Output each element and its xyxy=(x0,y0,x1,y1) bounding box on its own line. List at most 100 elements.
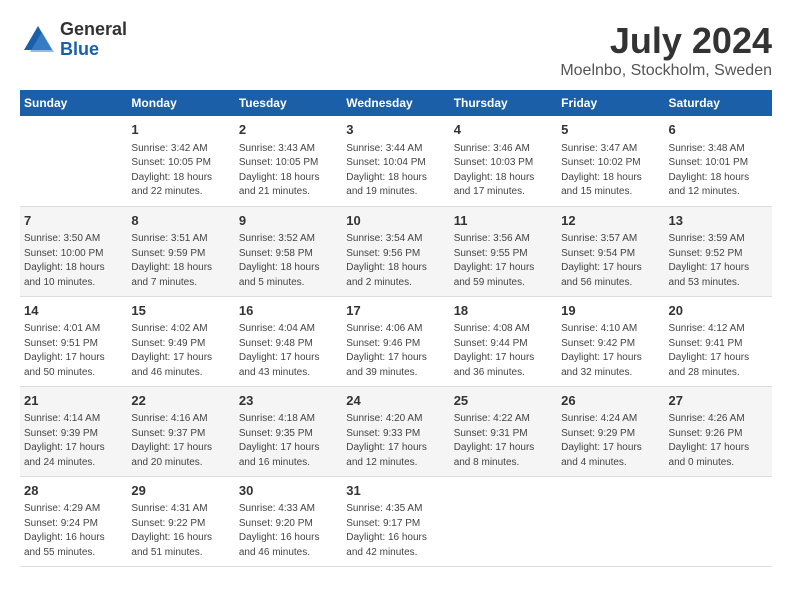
day-number: 5 xyxy=(561,120,660,140)
day-info: Sunrise: 3:54 AM Sunset: 9:56 PM Dayligh… xyxy=(346,232,445,290)
calendar-cell xyxy=(557,476,664,566)
day-number: 9 xyxy=(239,211,338,231)
day-info: Sunrise: 4:18 AM Sunset: 9:35 PM Dayligh… xyxy=(239,412,338,470)
day-number: 30 xyxy=(239,481,338,501)
week-row-3: 14Sunrise: 4:01 AM Sunset: 9:51 PM Dayli… xyxy=(20,296,772,386)
weekday-header-saturday: Saturday xyxy=(665,90,772,116)
day-number: 3 xyxy=(346,120,445,140)
day-number: 28 xyxy=(24,481,123,501)
calendar-cell: 22Sunrise: 4:16 AM Sunset: 9:37 PM Dayli… xyxy=(127,386,234,476)
day-number: 2 xyxy=(239,120,338,140)
page-header: General Blue July 2024 Moelnbo, Stockhol… xyxy=(20,20,772,80)
day-number: 15 xyxy=(131,301,230,321)
day-info: Sunrise: 3:48 AM Sunset: 10:01 PM Daylig… xyxy=(669,142,768,200)
weekday-header-wednesday: Wednesday xyxy=(342,90,449,116)
calendar-cell: 15Sunrise: 4:02 AM Sunset: 9:49 PM Dayli… xyxy=(127,296,234,386)
calendar-cell: 19Sunrise: 4:10 AM Sunset: 9:42 PM Dayli… xyxy=(557,296,664,386)
day-info: Sunrise: 4:14 AM Sunset: 9:39 PM Dayligh… xyxy=(24,412,123,470)
day-info: Sunrise: 4:12 AM Sunset: 9:41 PM Dayligh… xyxy=(669,322,768,380)
calendar-cell: 13Sunrise: 3:59 AM Sunset: 9:52 PM Dayli… xyxy=(665,206,772,296)
calendar-cell: 17Sunrise: 4:06 AM Sunset: 9:46 PM Dayli… xyxy=(342,296,449,386)
calendar-cell: 12Sunrise: 3:57 AM Sunset: 9:54 PM Dayli… xyxy=(557,206,664,296)
day-info: Sunrise: 4:08 AM Sunset: 9:44 PM Dayligh… xyxy=(454,322,553,380)
day-number: 19 xyxy=(561,301,660,321)
day-info: Sunrise: 4:10 AM Sunset: 9:42 PM Dayligh… xyxy=(561,322,660,380)
calendar-cell: 10Sunrise: 3:54 AM Sunset: 9:56 PM Dayli… xyxy=(342,206,449,296)
day-info: Sunrise: 4:31 AM Sunset: 9:22 PM Dayligh… xyxy=(131,502,230,560)
day-number: 27 xyxy=(669,391,768,411)
day-info: Sunrise: 3:56 AM Sunset: 9:55 PM Dayligh… xyxy=(454,232,553,290)
day-number: 26 xyxy=(561,391,660,411)
week-row-4: 21Sunrise: 4:14 AM Sunset: 9:39 PM Dayli… xyxy=(20,386,772,476)
calendar-cell: 26Sunrise: 4:24 AM Sunset: 9:29 PM Dayli… xyxy=(557,386,664,476)
calendar-cell: 24Sunrise: 4:20 AM Sunset: 9:33 PM Dayli… xyxy=(342,386,449,476)
day-info: Sunrise: 4:33 AM Sunset: 9:20 PM Dayligh… xyxy=(239,502,338,560)
day-info: Sunrise: 4:04 AM Sunset: 9:48 PM Dayligh… xyxy=(239,322,338,380)
day-number: 17 xyxy=(346,301,445,321)
month-title: July 2024 xyxy=(560,20,772,62)
day-number: 31 xyxy=(346,481,445,501)
day-info: Sunrise: 4:02 AM Sunset: 9:49 PM Dayligh… xyxy=(131,322,230,380)
day-number: 7 xyxy=(24,211,123,231)
calendar-cell: 2Sunrise: 3:43 AM Sunset: 10:05 PM Dayli… xyxy=(235,116,342,206)
calendar-cell: 25Sunrise: 4:22 AM Sunset: 9:31 PM Dayli… xyxy=(450,386,557,476)
day-info: Sunrise: 3:52 AM Sunset: 9:58 PM Dayligh… xyxy=(239,232,338,290)
calendar-cell: 16Sunrise: 4:04 AM Sunset: 9:48 PM Dayli… xyxy=(235,296,342,386)
day-info: Sunrise: 3:57 AM Sunset: 9:54 PM Dayligh… xyxy=(561,232,660,290)
logo-general: General xyxy=(60,19,127,39)
calendar-cell: 8Sunrise: 3:51 AM Sunset: 9:59 PM Daylig… xyxy=(127,206,234,296)
day-info: Sunrise: 3:59 AM Sunset: 9:52 PM Dayligh… xyxy=(669,232,768,290)
calendar-cell: 3Sunrise: 3:44 AM Sunset: 10:04 PM Dayli… xyxy=(342,116,449,206)
calendar-cell: 28Sunrise: 4:29 AM Sunset: 9:24 PM Dayli… xyxy=(20,476,127,566)
location: Moelnbo, Stockholm, Sweden xyxy=(560,62,772,80)
title-block: July 2024 Moelnbo, Stockholm, Sweden xyxy=(560,20,772,80)
logo-icon xyxy=(20,22,56,58)
calendar-cell: 1Sunrise: 3:42 AM Sunset: 10:05 PM Dayli… xyxy=(127,116,234,206)
day-number: 21 xyxy=(24,391,123,411)
day-info: Sunrise: 4:35 AM Sunset: 9:17 PM Dayligh… xyxy=(346,502,445,560)
day-number: 13 xyxy=(669,211,768,231)
calendar-cell: 14Sunrise: 4:01 AM Sunset: 9:51 PM Dayli… xyxy=(20,296,127,386)
day-number: 1 xyxy=(131,120,230,140)
day-number: 8 xyxy=(131,211,230,231)
calendar-cell: 31Sunrise: 4:35 AM Sunset: 9:17 PM Dayli… xyxy=(342,476,449,566)
day-info: Sunrise: 4:26 AM Sunset: 9:26 PM Dayligh… xyxy=(669,412,768,470)
calendar-cell: 20Sunrise: 4:12 AM Sunset: 9:41 PM Dayli… xyxy=(665,296,772,386)
day-info: Sunrise: 4:01 AM Sunset: 9:51 PM Dayligh… xyxy=(24,322,123,380)
day-info: Sunrise: 3:44 AM Sunset: 10:04 PM Daylig… xyxy=(346,142,445,200)
day-number: 12 xyxy=(561,211,660,231)
calendar-cell xyxy=(450,476,557,566)
weekday-header-row: SundayMondayTuesdayWednesdayThursdayFrid… xyxy=(20,90,772,116)
day-info: Sunrise: 3:50 AM Sunset: 10:00 PM Daylig… xyxy=(24,232,123,290)
weekday-header-sunday: Sunday xyxy=(20,90,127,116)
calendar-cell: 7Sunrise: 3:50 AM Sunset: 10:00 PM Dayli… xyxy=(20,206,127,296)
day-info: Sunrise: 4:06 AM Sunset: 9:46 PM Dayligh… xyxy=(346,322,445,380)
day-number: 10 xyxy=(346,211,445,231)
calendar-cell: 5Sunrise: 3:47 AM Sunset: 10:02 PM Dayli… xyxy=(557,116,664,206)
day-number: 20 xyxy=(669,301,768,321)
calendar-cell: 4Sunrise: 3:46 AM Sunset: 10:03 PM Dayli… xyxy=(450,116,557,206)
calendar-cell: 29Sunrise: 4:31 AM Sunset: 9:22 PM Dayli… xyxy=(127,476,234,566)
day-number: 16 xyxy=(239,301,338,321)
day-info: Sunrise: 3:42 AM Sunset: 10:05 PM Daylig… xyxy=(131,142,230,200)
day-info: Sunrise: 3:47 AM Sunset: 10:02 PM Daylig… xyxy=(561,142,660,200)
week-row-5: 28Sunrise: 4:29 AM Sunset: 9:24 PM Dayli… xyxy=(20,476,772,566)
day-info: Sunrise: 3:43 AM Sunset: 10:05 PM Daylig… xyxy=(239,142,338,200)
calendar-cell: 6Sunrise: 3:48 AM Sunset: 10:01 PM Dayli… xyxy=(665,116,772,206)
calendar-cell xyxy=(665,476,772,566)
day-number: 6 xyxy=(669,120,768,140)
day-number: 24 xyxy=(346,391,445,411)
calendar-cell: 30Sunrise: 4:33 AM Sunset: 9:20 PM Dayli… xyxy=(235,476,342,566)
calendar-table: SundayMondayTuesdayWednesdayThursdayFrid… xyxy=(20,90,772,567)
day-number: 18 xyxy=(454,301,553,321)
day-number: 25 xyxy=(454,391,553,411)
day-number: 22 xyxy=(131,391,230,411)
week-row-1: 1Sunrise: 3:42 AM Sunset: 10:05 PM Dayli… xyxy=(20,116,772,206)
logo-text: General Blue xyxy=(60,20,127,60)
weekday-header-monday: Monday xyxy=(127,90,234,116)
day-number: 23 xyxy=(239,391,338,411)
calendar-cell: 21Sunrise: 4:14 AM Sunset: 9:39 PM Dayli… xyxy=(20,386,127,476)
day-number: 11 xyxy=(454,211,553,231)
day-number: 29 xyxy=(131,481,230,501)
day-info: Sunrise: 4:22 AM Sunset: 9:31 PM Dayligh… xyxy=(454,412,553,470)
